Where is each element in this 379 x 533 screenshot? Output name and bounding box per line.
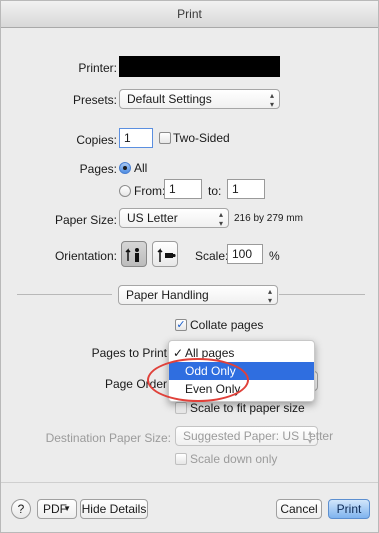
pages-to-field[interactable]: 1 — [227, 179, 265, 199]
paper-size-popup[interactable]: US Letter ▴ ▾ — [119, 208, 229, 228]
page-order-label: Page Order — [104, 377, 167, 391]
cancel-button[interactable]: Cancel — [276, 499, 322, 519]
copies-label: Copies: — [76, 133, 117, 147]
printer-popup-redacted[interactable] — [119, 56, 280, 77]
menu-item-label: Odd Only — [185, 364, 236, 378]
presets-value: Default Settings — [127, 92, 212, 106]
portrait-orientation-button[interactable] — [121, 241, 147, 267]
presets-label: Presets: — [72, 93, 117, 107]
portrait-orientation-icon — [125, 248, 139, 262]
scale-down-checkbox[interactable] — [175, 453, 187, 465]
landscape-orientation-icon — [157, 248, 176, 262]
printer-label: Printer: — [78, 61, 117, 75]
two-sided-label: Two-Sided — [173, 131, 230, 145]
pages-from-radio[interactable] — [119, 185, 131, 197]
presets-popup[interactable]: Default Settings ▴ ▾ — [119, 89, 280, 109]
popup-arrows-icon: ▴ ▾ — [267, 287, 272, 305]
scale-down-label: Scale down only — [190, 452, 278, 466]
pages-label: Pages: — [79, 162, 117, 176]
menu-item-even-only[interactable]: Even Only — [169, 380, 314, 398]
checkmark-icon: ✓ — [176, 319, 186, 331]
checkmark-icon: ✓ — [173, 346, 184, 360]
orientation-label: Orientation: — [54, 249, 117, 263]
section-separator-right — [279, 294, 365, 295]
copies-field[interactable]: 1 — [119, 128, 153, 148]
window-title: Print — [177, 7, 202, 21]
bottom-separator — [1, 482, 378, 483]
pages-all-label: All — [134, 161, 148, 175]
chevron-down-icon: ▼ — [63, 504, 71, 513]
scale-to-fit-checkbox[interactable] — [175, 402, 187, 414]
menu-item-odd-only[interactable]: Odd Only — [169, 362, 314, 380]
popup-arrows-icon: ▴ ▾ — [269, 91, 274, 109]
section-separator-left — [17, 294, 112, 295]
collate-label: Collate pages — [190, 318, 264, 332]
menu-item-label: All pages — [185, 346, 235, 360]
pdf-menu-button[interactable]: PDF ▼ — [37, 499, 77, 519]
paper-dimensions: 216 by 279 mm — [234, 213, 303, 224]
print-button[interactable]: Print — [328, 499, 370, 519]
scale-unit: % — [269, 249, 280, 263]
pages-to-print-menu: ✓ All pages Odd Only Even Only — [168, 340, 315, 402]
scale-label: Scale: — [195, 249, 229, 263]
menu-item-label: Even Only — [185, 382, 241, 396]
pages-all-radio[interactable] — [119, 162, 131, 174]
pages-from-field[interactable]: 1 — [164, 179, 202, 199]
landscape-orientation-button[interactable] — [152, 241, 178, 267]
help-icon: ? — [17, 502, 25, 516]
scale-to-fit-label: Scale to fit paper size — [190, 401, 305, 415]
section-value: Paper Handling — [126, 288, 209, 302]
collate-checkbox[interactable]: ✓ — [175, 319, 187, 331]
help-button[interactable]: ? — [11, 499, 31, 519]
pages-to-print-label: Pages to Print — [91, 346, 167, 360]
scale-field[interactable]: 100 — [227, 244, 263, 264]
print-dialog: Print Printer: Presets: Default Settings… — [0, 0, 379, 533]
destination-paper-size-popup[interactable]: Suggested Paper: US Letter ▴ ▾ — [175, 426, 333, 446]
two-sided-checkbox[interactable] — [159, 132, 171, 144]
menu-item-all-pages[interactable]: ✓ All pages — [169, 344, 314, 362]
section-popup[interactable]: Paper Handling ▴ ▾ — [118, 285, 278, 305]
pages-to-label: to: — [208, 184, 222, 198]
destination-paper-size-label: Destination Paper Size: — [45, 431, 171, 445]
paper-size-value: US Letter — [127, 211, 178, 225]
popup-arrows-icon: ▴ ▾ — [218, 210, 223, 228]
popup-arrows-icon: ▴ ▾ — [307, 428, 312, 446]
pages-from-label: From: — [134, 184, 166, 198]
paper-size-label: Paper Size: — [54, 213, 117, 227]
hide-details-button[interactable]: Hide Details — [80, 499, 148, 519]
title-bar: Print — [1, 1, 378, 28]
